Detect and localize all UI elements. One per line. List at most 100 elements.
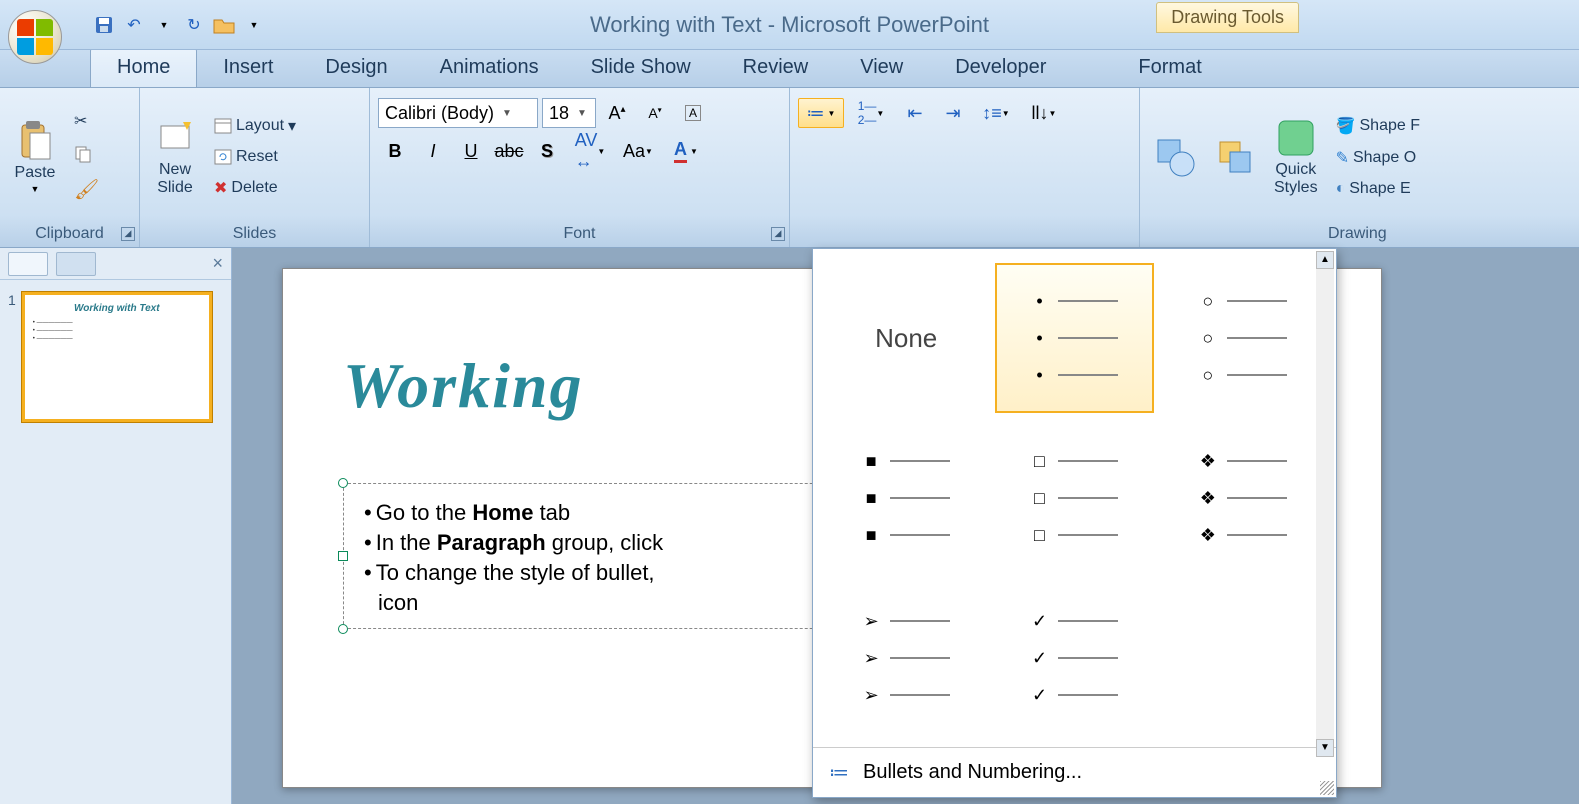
tab-animations[interactable]: Animations <box>414 48 565 87</box>
clipboard-dialog-launcher[interactable]: ◢ <box>121 227 135 241</box>
shape-fill-button[interactable]: 🪣Shape F <box>1330 113 1426 139</box>
tab-developer[interactable]: Developer <box>929 48 1072 87</box>
outline-tab-icon[interactable] <box>56 252 96 276</box>
redo-icon[interactable]: ↻ <box>180 11 208 39</box>
numbering-button[interactable]: 1—2—▼ <box>848 98 894 128</box>
qat-more-icon[interactable]: ▼ <box>240 11 268 39</box>
arrange-button[interactable] <box>1208 132 1262 182</box>
tab-review[interactable]: Review <box>717 48 835 87</box>
font-size-combo[interactable]: 18▼ <box>542 98 596 128</box>
cut-button[interactable]: ✂ <box>68 108 105 134</box>
font-color-button[interactable]: A▼ <box>664 136 708 166</box>
line-spacing-button[interactable]: ↕≡▼ <box>974 98 1018 128</box>
save-icon[interactable] <box>90 11 118 39</box>
char-spacing-button[interactable]: AV↔▼ <box>568 136 612 166</box>
bullet-line-cont: icon <box>378 590 862 616</box>
dropdown-scrollbar[interactable]: ▲ ▼ <box>1316 251 1334 757</box>
resize-handle[interactable] <box>338 624 348 634</box>
clear-format-button[interactable]: A <box>676 98 710 128</box>
group-slides: New Slide Layout ▾ Reset ✖Delete Slides <box>140 88 370 247</box>
paste-button[interactable]: Paste ▼ <box>8 116 62 198</box>
change-case-button[interactable]: Aa▼ <box>616 136 660 166</box>
slide-thumbnail[interactable]: Working with Text • ——————• ——————• ————… <box>22 292 212 422</box>
bullet-option-none[interactable]: None <box>827 263 985 413</box>
shapes-icon <box>1154 136 1196 178</box>
font-name-combo[interactable]: Calibri (Body)▼ <box>378 98 538 128</box>
tab-home[interactable]: Home <box>90 47 197 87</box>
quick-styles-icon <box>1275 117 1317 159</box>
group-paragraph: ≔▼ 1—2—▼ ⇤ ⇥ ↕≡▼ ll↓▼ <box>790 88 1140 247</box>
font-dialog-launcher[interactable]: ◢ <box>771 227 785 241</box>
tab-format[interactable]: Format <box>1112 48 1227 87</box>
undo-icon[interactable]: ↶ <box>120 11 148 39</box>
bullet-option-disc[interactable]: • • • <box>995 263 1153 413</box>
group-drawing: Quick Styles 🪣Shape F ✎Shape O ◐Shape E … <box>1140 88 1579 247</box>
underline-button[interactable]: U <box>454 136 488 166</box>
outdent-icon: ⇤ <box>907 103 922 124</box>
shadow-button[interactable]: S <box>530 136 564 166</box>
reset-button[interactable]: Reset <box>208 145 302 169</box>
clear-format-icon: A <box>685 105 701 121</box>
text-direction-button[interactable]: ll↓▼ <box>1022 98 1066 128</box>
bullet-line: To change the style of bullet, <box>364 560 862 586</box>
bullet-line: In the Paragraph group, click <box>364 530 862 556</box>
new-slide-button[interactable]: New Slide <box>148 113 202 201</box>
strike-button[interactable]: abc <box>492 136 526 166</box>
ribbon: Paste ▼ ✂ 🖌 Clipboard ◢ New Slide Layout… <box>0 88 1579 248</box>
format-painter-button[interactable]: 🖌 <box>68 174 105 205</box>
tab-view[interactable]: View <box>834 48 929 87</box>
indent-icon: ⇥ <box>945 103 960 124</box>
bullets-numbering-menu-item[interactable]: ≔ Bullets and Numbering... <box>813 747 1336 797</box>
grow-font-button[interactable]: A▴ <box>600 98 634 128</box>
tab-design[interactable]: Design <box>299 48 413 87</box>
group-font: Calibri (Body)▼ 18▼ A▴ A▾ A B I U abc S … <box>370 88 790 247</box>
shrink-font-button[interactable]: A▾ <box>638 98 672 128</box>
slide-number: 1 <box>8 292 16 422</box>
bullets-icon: ≔ <box>807 103 825 124</box>
bullet-option-hollow-square[interactable]: □ □ □ <box>995 423 1153 573</box>
resize-handle[interactable] <box>338 551 348 561</box>
tab-slideshow[interactable]: Slide Show <box>565 48 717 87</box>
title-bar: ↶ ▼ ↻ ▼ Working with Text - Microsoft Po… <box>0 0 1579 50</box>
qat-dropdown-icon[interactable]: ▼ <box>150 11 178 39</box>
increase-indent-button[interactable]: ⇥ <box>936 98 970 128</box>
bullet-option-square[interactable]: ■ ■ ■ <box>827 423 985 573</box>
layout-button[interactable]: Layout ▾ <box>208 113 302 139</box>
italic-button[interactable]: I <box>416 136 450 166</box>
bullet-option-diamond4[interactable]: ❖ ❖ ❖ <box>1164 423 1322 573</box>
shape-effects-button[interactable]: ◐Shape E <box>1330 177 1426 201</box>
ribbon-tabs: Home Insert Design Animations Slide Show… <box>0 50 1579 88</box>
scroll-up-icon[interactable]: ▲ <box>1316 251 1334 269</box>
panel-tabs: × <box>0 248 231 280</box>
shape-outline-button[interactable]: ✎Shape O <box>1330 145 1426 171</box>
bullets-button[interactable]: ≔▼ <box>798 98 844 128</box>
scroll-down-icon[interactable]: ▼ <box>1316 739 1334 757</box>
new-slide-icon <box>154 117 196 159</box>
brush-icon: 🖌 <box>74 177 99 202</box>
slides-tab-icon[interactable] <box>8 252 48 276</box>
panel-close-icon[interactable]: × <box>212 253 223 274</box>
decrease-indent-button[interactable]: ⇤ <box>898 98 932 128</box>
bullet-option-circle[interactable]: ○ ○ ○ <box>1164 263 1322 413</box>
delete-button[interactable]: ✖Delete <box>208 175 302 201</box>
quick-styles-button[interactable]: Quick Styles <box>1268 113 1324 201</box>
copy-button[interactable] <box>68 142 105 166</box>
bullet-option-check[interactable]: ✓ ✓ ✓ <box>995 583 1153 733</box>
bold-button[interactable]: B <box>378 136 412 166</box>
office-button[interactable] <box>8 10 62 64</box>
office-logo-icon <box>17 19 53 55</box>
layout-icon <box>214 118 232 134</box>
paste-icon <box>14 120 56 162</box>
quick-access-toolbar: ↶ ▼ ↻ ▼ <box>90 11 268 39</box>
contextual-tab-label: Drawing Tools <box>1156 2 1299 33</box>
delete-icon: ✖ <box>214 178 227 198</box>
bullet-option-arrow[interactable]: ➢ ➢ ➢ <box>827 583 985 733</box>
arrange-icon <box>1214 136 1256 178</box>
resize-handle[interactable] <box>338 478 348 488</box>
open-icon[interactable] <box>210 11 238 39</box>
resize-grip-icon[interactable] <box>1320 781 1334 795</box>
tab-insert[interactable]: Insert <box>197 48 299 87</box>
shapes-button[interactable] <box>1148 132 1202 182</box>
content-textbox[interactable]: Go to the Home tab In the Paragraph grou… <box>343 483 883 629</box>
reset-icon <box>214 149 232 165</box>
